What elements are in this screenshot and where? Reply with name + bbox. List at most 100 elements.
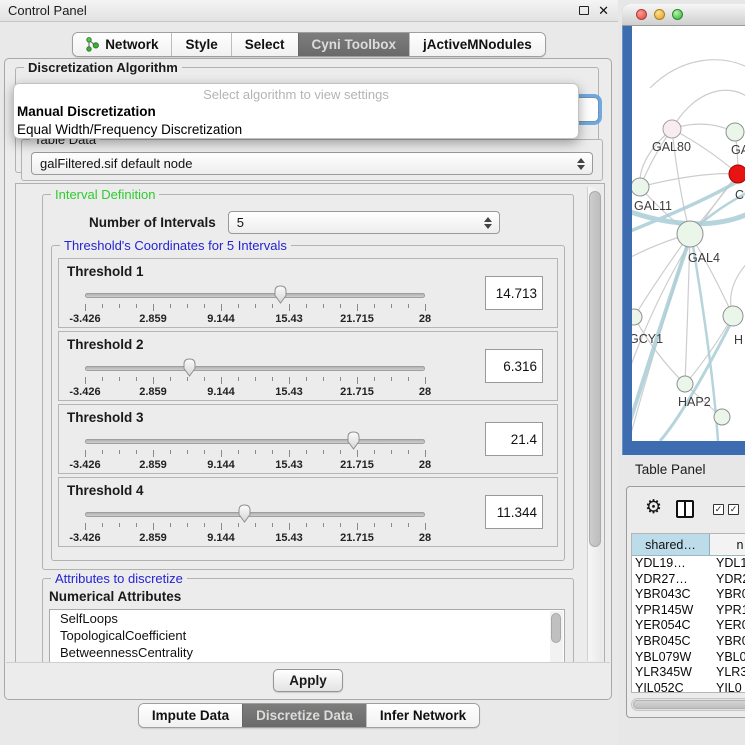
table-row[interactable]: YER054CYER0	[632, 618, 745, 634]
top-tabbar: Network Style Select Cyni Toolbox jActiv…	[0, 32, 618, 57]
threshold-2-value-field[interactable]	[485, 349, 543, 383]
traffic-light-close-icon[interactable]	[636, 9, 647, 20]
network-node[interactable]	[663, 120, 681, 138]
table-row[interactable]: YBL079WYBL0	[632, 650, 745, 666]
network-node-label: C	[735, 188, 744, 202]
list-item[interactable]: BetweennessCentrality	[50, 644, 564, 661]
threshold-3-value-field[interactable]	[485, 422, 543, 456]
threshold-3-slider[interactable]: -3.4262.8599.14415.4321.71528	[85, 429, 425, 473]
float-window-icon[interactable]	[579, 6, 589, 15]
network-node-label: GA	[731, 143, 745, 157]
algorithm-dropdown-popup: Select algorithm to view settings Manual…	[13, 83, 579, 139]
table-header-row: shared… n	[632, 534, 745, 556]
table-row[interactable]: YIL052CYIL0	[632, 681, 745, 693]
list-item[interactable]: TopologicalCoefficient	[50, 627, 564, 644]
threshold-3-panel: Threshold 3 -3.4262.8599.14415.4321.7152…	[58, 404, 558, 474]
interval-definition-group: Interval Definition Number of Intervals …	[42, 194, 574, 570]
control-panel-titlebar: Control Panel ✕	[0, 0, 618, 22]
network-node[interactable]	[723, 306, 743, 326]
network-node-label: GAL4	[688, 251, 720, 265]
tab-cyni-toolbox[interactable]: Cyni Toolbox	[298, 33, 410, 56]
attributes-title: Attributes to discretize	[51, 571, 187, 586]
threshold-1-value-field[interactable]	[485, 276, 543, 310]
chevron-updown-icon	[483, 215, 492, 231]
network-node[interactable]	[632, 309, 642, 325]
tab-infer-network[interactable]: Infer Network	[366, 704, 479, 727]
threshold-4-slider[interactable]: -3.4262.8599.14415.4321.71528	[85, 502, 425, 546]
traffic-light-minimize-icon[interactable]	[654, 9, 665, 20]
table-row[interactable]: YPR145WYPR1	[632, 603, 745, 619]
column-header-shared-name[interactable]: shared…	[632, 534, 710, 555]
list-scrollbar[interactable]	[550, 611, 563, 662]
network-window: GAL80 GA C GAL11 GAL4 GCY1 H HAP2	[622, 4, 745, 455]
table-data-combobox[interactable]: galFiltered.sif default node	[31, 152, 593, 175]
bottom-tabbar: Impute Data Discretize Data Infer Networ…	[0, 703, 618, 728]
network-canvas[interactable]: GAL80 GA C GAL11 GAL4 GCY1 H HAP2	[632, 26, 745, 441]
threshold-2-slider[interactable]: -3.4262.8599.14415.4321.71528	[85, 356, 425, 400]
screen: Control Panel ✕ Network Styl	[0, 0, 745, 745]
network-node[interactable]	[729, 165, 745, 183]
discretization-algorithm-title: Discretization Algorithm	[24, 60, 182, 75]
checkbox-icon[interactable]: ✓	[713, 504, 724, 515]
network-node-label: HAP2	[678, 395, 711, 409]
tab-style[interactable]: Style	[171, 33, 230, 56]
network-node[interactable]	[726, 123, 744, 141]
threshold-4-value-field[interactable]	[485, 495, 543, 529]
tab-select[interactable]: Select	[231, 33, 298, 56]
number-of-intervals-combobox[interactable]: 5	[228, 211, 500, 234]
network-node[interactable]	[677, 376, 693, 392]
table-data-group: Table Data galFiltered.sif default node	[21, 139, 603, 181]
numerical-attributes-list: SelfLoops TopologicalCoefficient Between…	[49, 609, 565, 664]
network-node-label: GAL80	[652, 140, 691, 154]
columns-icon[interactable]	[676, 500, 694, 518]
algorithm-option-manual[interactable]: Manual Discretization	[14, 103, 578, 121]
slider-thumb[interactable]	[182, 357, 198, 378]
table-row[interactable]: YDL19…YDL1	[632, 556, 745, 572]
tab-jactivemnodules[interactable]: jActiveMNodules	[409, 33, 545, 56]
slider-thumb[interactable]	[346, 430, 362, 451]
right-side: GAL80GACGAL11GAL4GCY1HHAP2 Table Panel ⚙…	[618, 0, 745, 745]
checkbox-icon[interactable]: ✓	[728, 504, 739, 515]
close-icon[interactable]: ✕	[598, 4, 609, 17]
table-row[interactable]: YBR045CYBR0	[632, 634, 745, 650]
slider-thumb[interactable]	[273, 284, 289, 305]
gear-icon[interactable]: ⚙	[645, 496, 662, 518]
network-node-label: GAL11	[634, 199, 672, 213]
attributes-group: Attributes to discretize Numerical Attri…	[42, 578, 574, 664]
slider-thumb[interactable]	[237, 503, 253, 524]
column-header-name[interactable]: n	[710, 534, 745, 555]
network-node[interactable]	[632, 178, 649, 196]
table-panel: ⚙ ✓ ✓ shared… n YDL19…YDL1 YDR27…YDR2 YB…	[626, 486, 745, 718]
network-node-label: GCY1	[632, 332, 663, 346]
settings-vertical-scrollbar[interactable]	[587, 187, 602, 661]
interval-definition-title: Interval Definition	[51, 187, 159, 202]
threshold-1-panel: Threshold 1 -3.4262.8599.14415.4321.7152…	[58, 258, 558, 328]
settings-scrollpane: Interval Definition Number of Intervals …	[15, 183, 605, 665]
network-node[interactable]	[714, 409, 730, 425]
table-horizontal-scrollbar[interactable]	[631, 698, 745, 711]
threshold-1-slider[interactable]: -3.4262.8599.14415.4321.71528	[85, 283, 425, 327]
control-panel-title: Control Panel	[8, 3, 87, 18]
algorithm-placeholder: Select algorithm to view settings	[14, 84, 578, 103]
tab-discretize-data[interactable]: Discretize Data	[242, 704, 366, 727]
apply-button[interactable]: Apply	[273, 669, 343, 692]
table-row[interactable]: YDR27…YDR2	[632, 572, 745, 588]
network-node-label: H	[734, 333, 743, 347]
traffic-light-zoom-icon[interactable]	[672, 9, 683, 20]
tab-network-label: Network	[105, 33, 158, 56]
threshold-4-panel: Threshold 4 -3.4262.8599.14415.4321.7152…	[58, 477, 558, 547]
table-row[interactable]: YBR043CYBR0	[632, 587, 745, 603]
algorithm-option-equal-width[interactable]: Equal Width/Frequency Discretization	[14, 121, 578, 139]
tab-impute-data[interactable]: Impute Data	[139, 704, 242, 727]
tab-network[interactable]: Network	[73, 33, 171, 56]
list-item[interactable]: SelfLoops	[50, 610, 564, 627]
network-window-titlebar	[622, 4, 745, 26]
number-of-intervals-label: Number of Intervals	[89, 215, 216, 230]
thresholds-group: Threshold's Coordinates for 5 Intervals …	[51, 245, 565, 561]
table-panel-toolbar: ⚙ ✓ ✓	[627, 493, 745, 531]
numerical-attributes-label: Numerical Attributes	[49, 589, 181, 604]
chevron-updown-icon	[576, 156, 585, 172]
network-node[interactable]	[677, 221, 703, 247]
control-panel: Control Panel ✕ Network Styl	[0, 0, 618, 745]
table-row[interactable]: YLR345WYLR3	[632, 665, 745, 681]
